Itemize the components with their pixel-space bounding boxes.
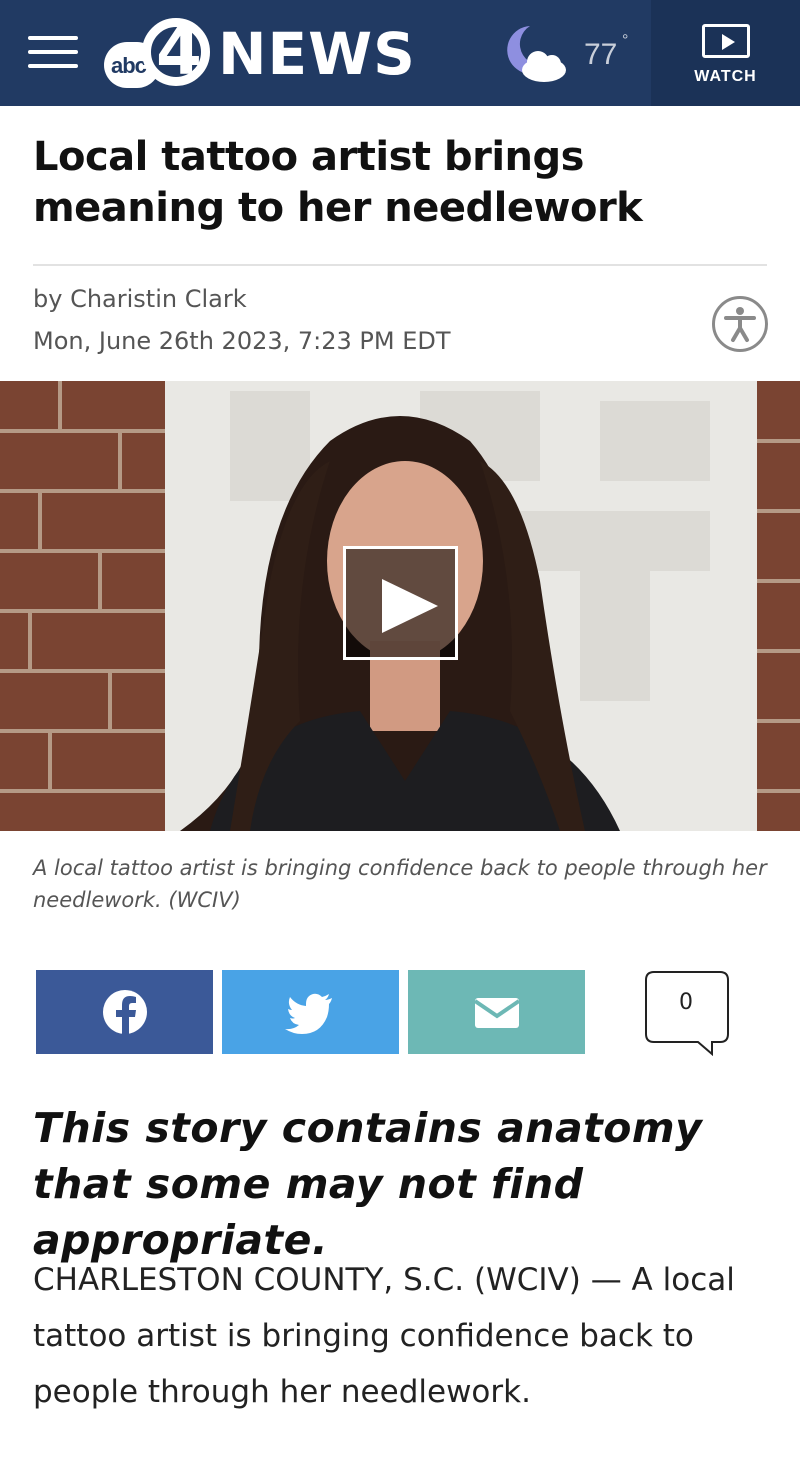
weather-widget[interactable]: 77 °: [500, 22, 650, 86]
facebook-icon: [103, 990, 147, 1034]
accessibility-button[interactable]: [712, 296, 768, 352]
logo-number: 4: [156, 13, 202, 90]
logo-news-text: NEWS: [218, 20, 416, 88]
comments-button[interactable]: 0: [644, 970, 732, 1056]
email-share-button[interactable]: [408, 970, 585, 1054]
comment-count: 0: [679, 990, 693, 1015]
twitter-share-button[interactable]: [222, 970, 399, 1054]
article-date: Mon, June 26th 2023, 7:23 PM EDT: [33, 327, 451, 355]
degree-symbol: °: [622, 32, 629, 49]
site-header: abc 4 NEWS 77 ° WATCH: [0, 0, 800, 106]
watch-label: WATCH: [694, 68, 757, 85]
temperature-value: 77: [584, 38, 618, 71]
hamburger-menu-button[interactable]: [24, 30, 82, 74]
content-warning: This story contains anatomy that some ma…: [33, 1104, 703, 1264]
email-icon: [473, 998, 521, 1028]
article-byline: by Charistin Clark: [33, 285, 247, 313]
moon-cloud-icon: [507, 26, 566, 82]
facebook-share-button[interactable]: [36, 970, 213, 1054]
video-caption: A local tattoo artist is bringing confid…: [33, 856, 767, 912]
twitter-icon: [285, 993, 332, 1034]
article-body: CHARLESTON COUNTY, S.C. (WCIV) — A local…: [33, 1262, 735, 1410]
play-video-icon: [702, 24, 750, 58]
accessibility-icon: [724, 307, 756, 342]
menu-bar: [28, 64, 78, 68]
watch-button[interactable]: WATCH: [651, 0, 800, 106]
article-headline: Local tattoo artist brings meaning to he…: [33, 134, 643, 231]
logo-abc-text: abc: [111, 53, 147, 78]
video-play-button[interactable]: [343, 546, 458, 660]
menu-bar: [28, 36, 78, 40]
divider: [33, 264, 767, 266]
menu-bar: [28, 50, 78, 54]
abc4-news-logo[interactable]: abc 4 NEWS: [104, 13, 416, 92]
